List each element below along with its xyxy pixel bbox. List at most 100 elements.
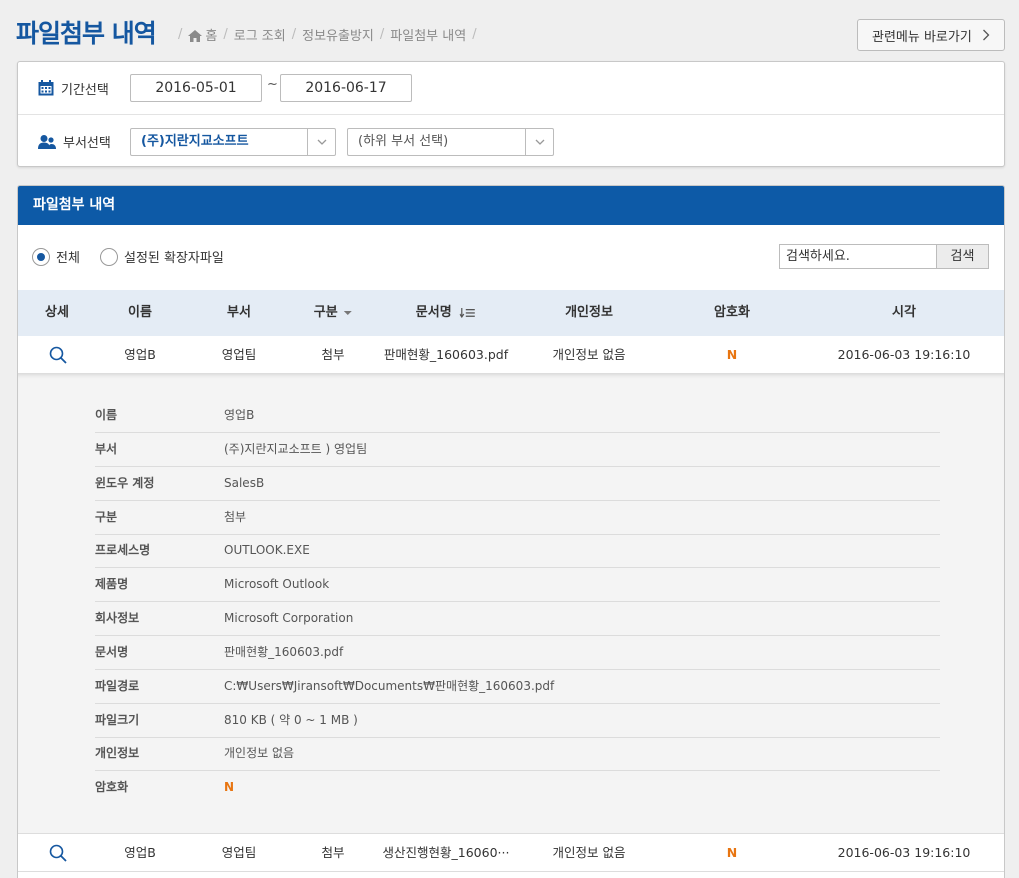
breadcrumb-current: 파일첨부 내역 [390,29,467,44]
detail-value: OUTLOOK.EXE [224,543,310,557]
detail-label: 프로세스명 [95,543,151,557]
detail-label: 제품명 [95,577,129,591]
col-doc[interactable]: 문서명 [416,290,476,336]
cell-type: 첨부 [321,845,345,860]
search-button[interactable]: 검색 [936,244,989,269]
dept-filter-row: 부서선택 (주)지란지교소프트 (하위 부서 선택) [18,115,1004,168]
radio-all-label: 전체 [56,251,80,266]
chevron-down-icon [317,139,327,145]
detail-label: 파일크기 [95,713,140,727]
dept-select-arrow[interactable] [307,129,335,155]
col-detail: 상세 [45,305,69,320]
cell-encrypt: N [726,347,738,362]
detail-row: 이름 영업B [95,399,940,433]
dept-label: 부서선택 [38,132,111,151]
detail-row: 프로세스명 OUTLOOK.EXE [95,534,940,568]
col-privacy[interactable]: 개인정보 [565,290,613,336]
dept-select-value: (주)지란지교소프트 [141,134,249,149]
detail-label: 파일경로 [95,679,140,693]
breadcrumb-home[interactable]: 홈 [205,25,217,44]
cell-doc: 생산진행현황_16060··· [382,845,510,860]
radio-all[interactable]: 전체 [32,247,80,266]
detail-value: (주)지란지교소프트 ) 영업팀 [224,442,368,456]
breadcrumb-separator: / [223,27,228,42]
col-time[interactable]: 시각 [892,290,916,336]
breadcrumb-separator: / [472,27,477,42]
detail-row: 윈도우 계정 SalesB [95,467,940,501]
file-attach-panel: 파일첨부 내역 전체 설정된 확장자파일 검색하세요. 검색 상세 이름 부서 … [17,185,1005,878]
detail-label: 윈도우 계정 [95,476,155,490]
col-type[interactable]: 구분 [313,290,353,336]
detail-row: 파일크기 810 KB ( 약 0 ~ 1 MB ) [95,704,940,738]
radio-extension-label: 설정된 확장자파일 [124,251,224,266]
related-menu-button[interactable]: 관련메뉴 바로가기 [857,19,1005,51]
magnifier-icon[interactable] [49,346,67,364]
table-row[interactable]: 영업B 영업팀 첨부 판매현황_160603.pdf 개인정보 없음 N 201… [18,336,1004,374]
cell-name: 영업B [124,347,156,362]
chevron-down-icon [535,139,545,145]
radio-extension-indicator[interactable] [100,247,118,266]
cell-type: 첨부 [321,347,345,362]
detail-value: C:₩Users₩Jiransoft₩Documents₩판매현황_160603… [224,679,555,693]
detail-value: 개인정보 없음 [224,746,295,760]
detail-value: 첨부 [224,510,247,524]
row-detail-panel: 이름 영업B 부서 (주)지란지교소프트 ) 영업팀 윈도우 계정 SalesB 구분… [18,374,1004,834]
detail-row: 부서 (주)지란지교소프트 ) 영업팀 [95,433,940,467]
date-to-input[interactable]: 2016-06-17 [280,74,412,102]
panel-title: 파일첨부 내역 [18,186,1004,225]
detail-row: 개인정보 개인정보 없음 [95,737,940,771]
col-type-label: 구분 [313,305,338,320]
col-name[interactable]: 이름 [128,290,152,336]
people-icon [38,134,56,149]
related-menu-label: 관련메뉴 바로가기 [872,29,972,45]
chevron-right-icon [983,29,990,41]
radio-extension[interactable]: 설정된 확장자파일 [100,247,224,266]
sort-down-icon[interactable] [344,310,353,316]
cell-time: 2016-06-03 19:16:10 [837,845,971,860]
table-toolbar: 전체 설정된 확장자파일 검색하세요. 검색 [18,225,1004,290]
detail-value: N [224,780,235,794]
date-from-input[interactable]: 2016-05-01 [130,74,262,102]
cell-dept: 영업팀 [221,347,257,362]
breadcrumb-separator: / [379,27,385,42]
breadcrumb-separator: / [291,27,297,42]
dept-label-text: 부서선택 [63,136,111,151]
cell-name: 영업B [124,845,156,860]
detail-row: 파일경로 C:₩Users₩Jiransoft₩Documents₩판매현황_16… [95,670,940,704]
breadcrumb: / 홈 / 로그 조회 / 정보유출방지 / 파일첨부 내역 / [172,25,483,44]
home-icon [188,29,203,42]
sub-dept-select[interactable]: (하위 부서 선택) [347,128,554,156]
breadcrumb-dlp[interactable]: 정보유출방지 [302,25,374,44]
radio-all-indicator[interactable] [32,247,50,266]
detail-label: 이름 [95,408,118,422]
sub-dept-select-arrow[interactable] [525,129,553,155]
detail-row: 암호화 N [95,771,940,805]
cell-privacy: 개인정보 없음 [552,347,626,362]
filter-panel: 기간선택 2016-05-01 ~ 2016-06-17 부서선택 (주)지란지… [17,61,1005,167]
cell-privacy: 개인정보 없음 [552,845,626,860]
cell-time: 2016-06-03 19:16:10 [837,347,971,362]
table-header: 상세 이름 부서 구분 문서명 개인정보 암호화 시각 [18,290,1004,336]
breadcrumb-separator: / [178,27,183,42]
breadcrumb-log[interactable]: 로그 조회 [234,25,286,44]
detail-label: 암호화 [95,780,129,794]
magnifier-icon[interactable] [49,844,67,862]
sort-list-icon[interactable] [459,307,476,318]
detail-value: 판매현황_160603.pdf [224,645,344,659]
col-dept[interactable]: 부서 [227,290,251,336]
detail-label: 부서 [95,442,118,456]
sub-dept-select-value: (하위 부서 선택) [358,134,449,149]
search-input[interactable]: 검색하세요. [779,244,937,269]
table-row[interactable]: 영업B 영업팀 첨부 생산진행현황_16060··· 개인정보 없음 N 201… [18,834,1004,872]
detail-label: 개인정보 [95,746,140,760]
detail-value: Microsoft Outlook [224,577,330,591]
period-filter-row: 기간선택 2016-05-01 ~ 2016-06-17 [18,62,1004,115]
col-encrypt[interactable]: 암호화 [714,290,750,336]
detail-label: 구분 [95,510,118,524]
date-separator: ~ [267,77,278,92]
cell-encrypt: N [726,845,738,860]
dept-select[interactable]: (주)지란지교소프트 [130,128,336,156]
detail-label: 문서명 [95,645,129,659]
cell-doc: 판매현황_160603.pdf [383,347,509,362]
cell-dept: 영업팀 [221,845,257,860]
